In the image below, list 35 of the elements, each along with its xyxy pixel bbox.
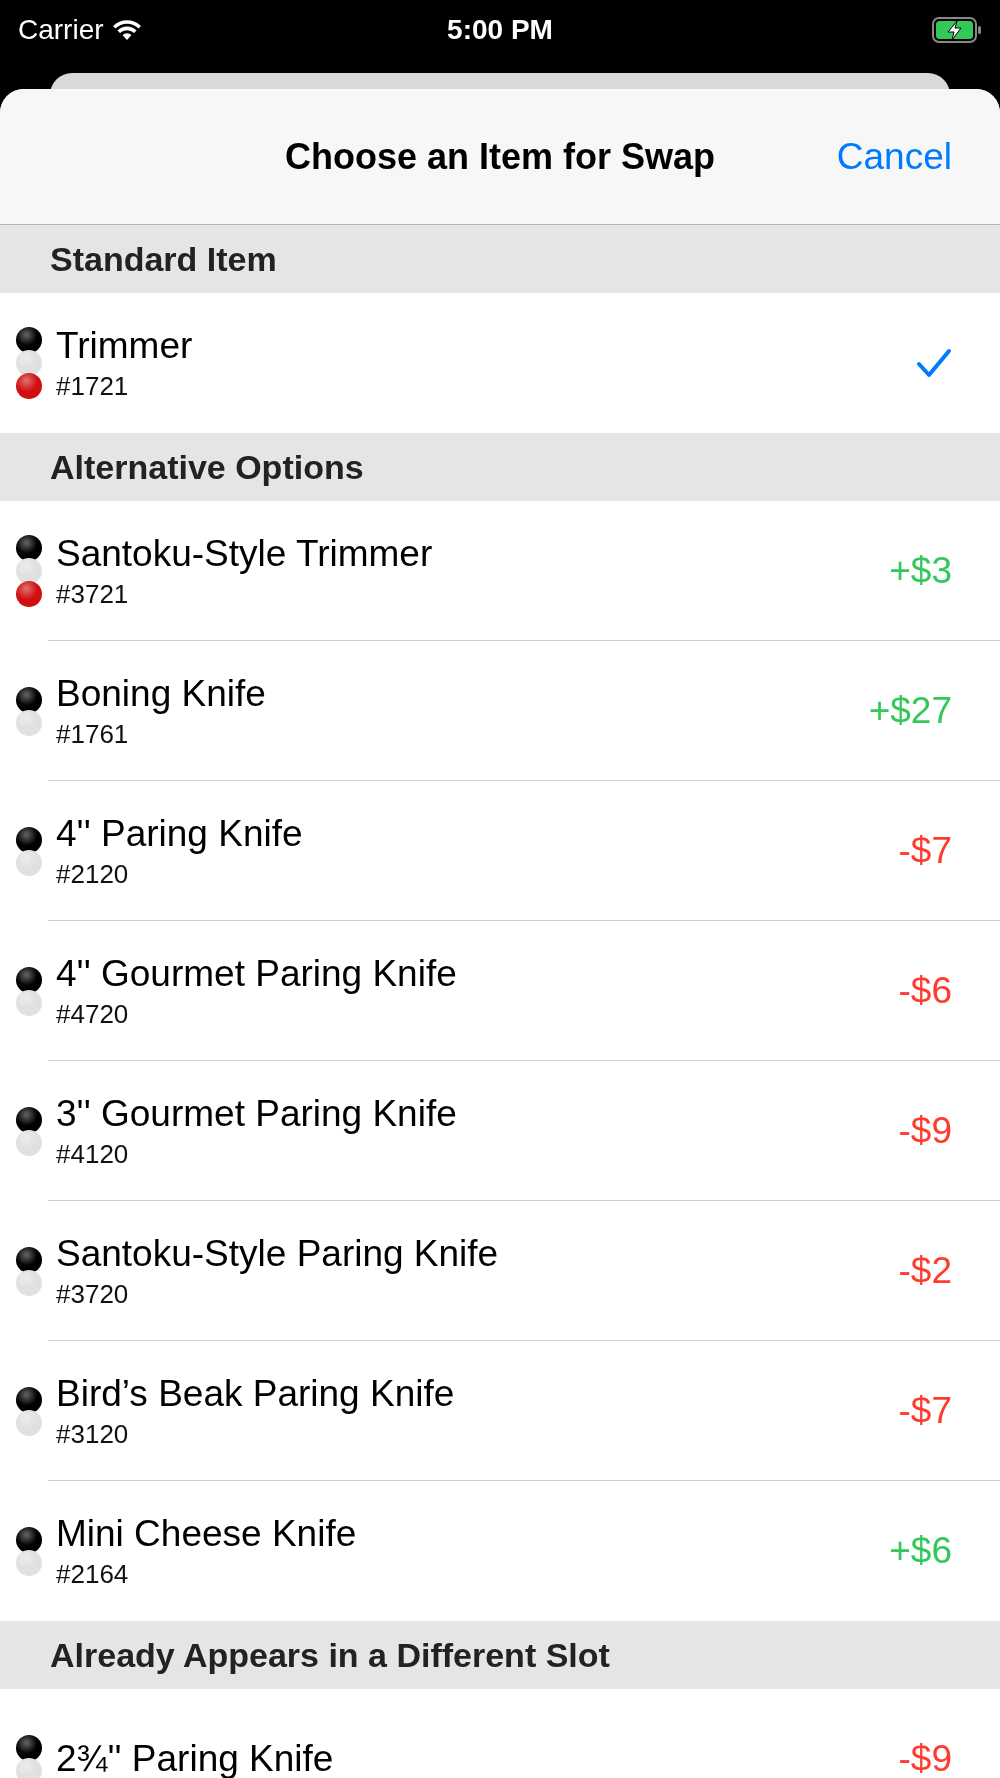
sheet-title: Choose an Item for Swap [284,135,716,178]
price-difference: -$9 [898,1110,952,1152]
price-difference: -$7 [898,830,952,872]
item-name: Santoku-Style Trimmer [56,532,434,575]
item-name: Mini Cheese Knife [56,1512,358,1555]
item-number: #4120 [56,1138,130,1170]
item-name: Trimmer [56,324,194,367]
section-header: Already Appears in a Different Slot [0,1621,1000,1689]
wifi-icon [111,19,142,41]
price-difference: +$27 [868,690,952,732]
item-name: 4'' Paring Knife [56,812,304,855]
section-header: Standard Item [0,225,1000,293]
item-number: #1721 [56,370,130,402]
price-difference: -$2 [898,1250,952,1292]
price-difference: -$7 [898,1390,952,1432]
cancel-button[interactable]: Cancel [836,135,952,178]
price-difference: -$6 [898,970,952,1012]
price-difference: +$6 [889,1530,952,1572]
item-name: 3'' Gourmet Paring Knife [56,1092,458,1135]
clock-time: 5:00 PM [447,14,553,46]
item-number: #1761 [56,718,130,750]
section-header: Alternative Options [0,433,1000,501]
item-number: #4720 [56,998,130,1030]
item-number: #3720 [56,1278,130,1310]
carrier-name: Carrier [18,14,104,46]
item-number: #2164 [56,1558,130,1590]
price-difference: +$3 [889,550,952,592]
item-name: 4'' Gourmet Paring Knife [56,952,458,995]
item-number: #2120 [56,858,130,890]
price-difference: -$9 [898,1738,952,1778]
item-number: #3721 [56,578,130,610]
item-name: Bird’s Beak Paring Knife [56,1372,456,1415]
item-name: Santoku-Style Paring Knife [56,1232,500,1275]
item-number: #3120 [56,1418,130,1450]
item-name: Boning Knife [56,672,267,715]
